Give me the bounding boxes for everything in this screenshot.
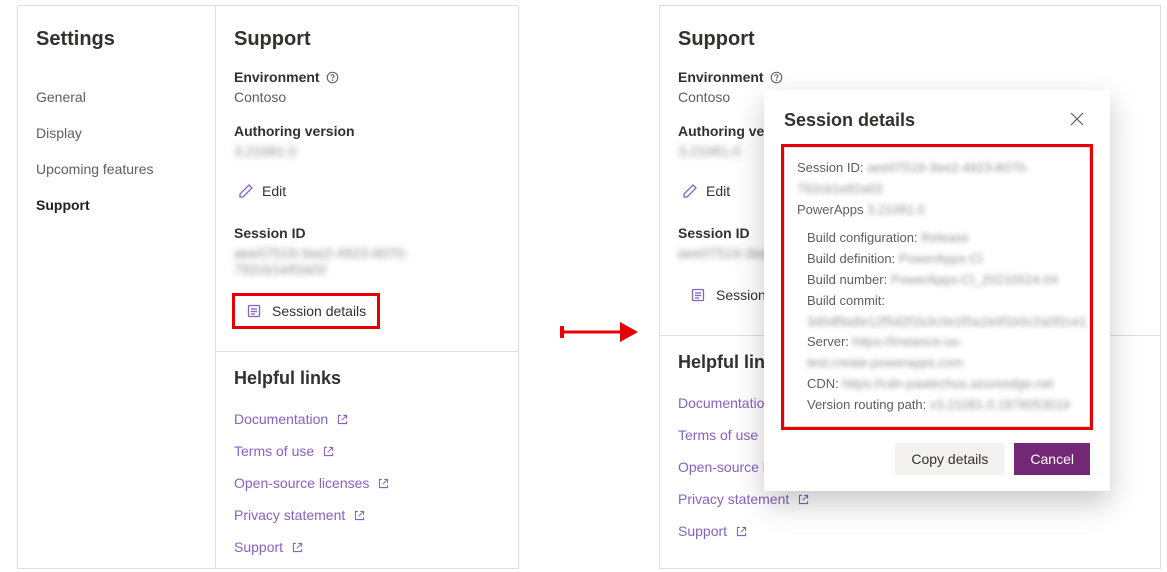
session-id-value: aee07519-3ee2-4923-8070-792cb1e82a02 bbox=[234, 245, 500, 277]
close-button[interactable] bbox=[1064, 108, 1090, 133]
support-heading: Support bbox=[678, 28, 1142, 51]
external-link-icon bbox=[322, 445, 335, 458]
authoring-version-label: Authoring version bbox=[234, 123, 500, 139]
arrow-icon bbox=[560, 316, 640, 348]
build-def-label: Build definition: bbox=[807, 251, 895, 266]
help-icon[interactable] bbox=[770, 71, 783, 84]
link-open-source-licenses[interactable]: Open-source licenses bbox=[216, 467, 518, 499]
build-commit-value: 3d0df9a8e12f5d2f1b3c0e1f0a1b0f1b0c2a0f2c… bbox=[807, 314, 1087, 329]
link-privacy-statement[interactable]: Privacy statement bbox=[216, 499, 518, 531]
powerapps-value: 3.21081.0 bbox=[867, 202, 925, 217]
details-icon bbox=[690, 287, 706, 303]
link-support[interactable]: Support bbox=[216, 531, 518, 563]
details-icon bbox=[246, 303, 262, 319]
support-heading: Support bbox=[234, 28, 500, 51]
build-config-value: Release bbox=[921, 230, 969, 245]
edit-button[interactable]: Edit bbox=[678, 177, 734, 205]
server-label: Server: bbox=[807, 334, 849, 349]
sidebar-item-upcoming-features[interactable]: Upcoming features bbox=[36, 151, 215, 187]
close-icon bbox=[1070, 112, 1084, 126]
session-details-button[interactable]: Session details bbox=[234, 295, 378, 327]
external-link-icon bbox=[735, 525, 748, 538]
vrp-value: v3.21081.0.1878053019 bbox=[930, 397, 1070, 412]
environment-label: Environment bbox=[678, 69, 1142, 85]
support-content: Support Environment Contoso Authoring ve… bbox=[216, 6, 518, 568]
build-num-label: Build number: bbox=[807, 272, 887, 287]
copy-details-button[interactable]: Copy details bbox=[895, 443, 1004, 475]
edit-button[interactable]: Edit bbox=[234, 177, 290, 205]
build-num-value: PowerApps-CI_20210524.04 bbox=[891, 272, 1058, 287]
sidebar-item-support[interactable]: Support bbox=[36, 187, 215, 223]
settings-panel-left: Settings General Display Upcoming featur… bbox=[17, 5, 519, 569]
link-documentation[interactable]: Documentation bbox=[216, 403, 518, 435]
build-config-label: Build configuration: bbox=[807, 230, 918, 245]
authoring-version-value: 3.21081.0 bbox=[234, 143, 500, 159]
vrp-label: Version routing path: bbox=[807, 397, 926, 412]
dialog-title: Session details bbox=[784, 110, 915, 131]
cancel-button[interactable]: Cancel bbox=[1014, 443, 1090, 475]
external-link-icon bbox=[336, 413, 349, 426]
powerapps-label: PowerApps bbox=[797, 202, 863, 217]
cdn-value: https://cdn-paatechus.azureedge.net bbox=[842, 376, 1053, 391]
build-def-value: PowerApps-CI bbox=[899, 251, 983, 266]
cdn-label: CDN: bbox=[807, 376, 839, 391]
build-commit-label: Build commit: bbox=[807, 293, 885, 308]
external-link-icon bbox=[353, 509, 366, 522]
external-link-icon bbox=[377, 477, 390, 490]
help-icon[interactable] bbox=[326, 71, 339, 84]
link-terms-of-use[interactable]: Terms of use bbox=[216, 435, 518, 467]
pencil-icon bbox=[682, 183, 698, 199]
sidebar-item-display[interactable]: Display bbox=[36, 115, 215, 151]
dialog-body: Session ID: aee07519-3ee2-4923-8070-792c… bbox=[784, 147, 1090, 427]
sidebar-item-general[interactable]: General bbox=[36, 79, 215, 115]
session-id-label: Session ID bbox=[234, 225, 500, 241]
environment-label: Environment bbox=[234, 69, 500, 85]
session-details-dialog: Session details Session ID: aee07519-3ee… bbox=[764, 90, 1110, 491]
settings-title: Settings bbox=[36, 28, 215, 51]
session-id-label: Session ID: bbox=[797, 160, 863, 175]
external-link-icon bbox=[797, 493, 810, 506]
link-support[interactable]: Support bbox=[660, 515, 1160, 547]
pencil-icon bbox=[238, 183, 254, 199]
environment-value: Contoso bbox=[234, 89, 500, 105]
settings-sidebar: Settings General Display Upcoming featur… bbox=[18, 6, 216, 568]
external-link-icon bbox=[291, 541, 304, 554]
helpful-links-heading: Helpful links bbox=[216, 368, 518, 389]
divider bbox=[216, 351, 518, 352]
